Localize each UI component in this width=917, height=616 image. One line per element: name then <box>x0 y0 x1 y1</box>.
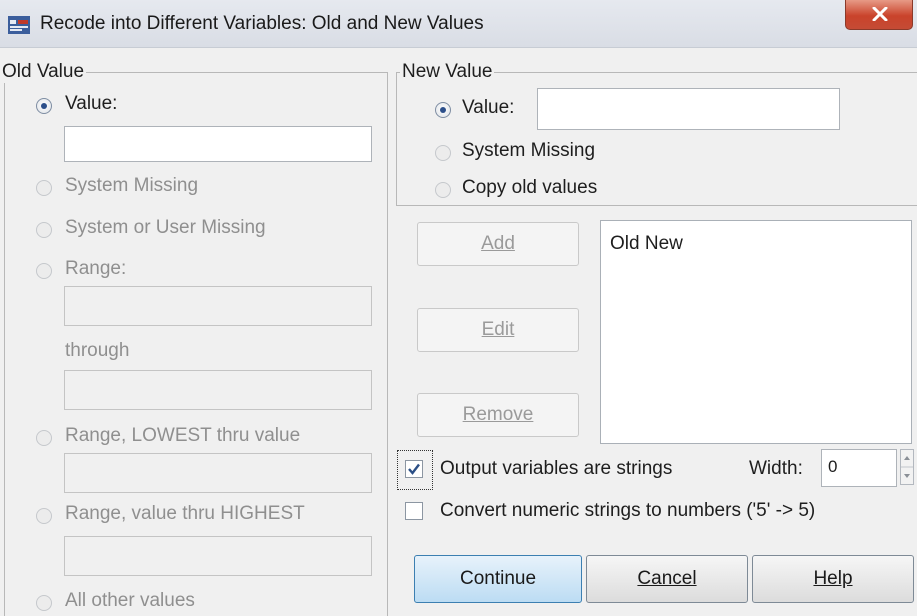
edit-button[interactable]: Edit <box>417 308 579 352</box>
remove-button[interactable]: Remove <box>417 393 579 437</box>
cancel-button[interactable]: Cancel <box>586 555 748 603</box>
output-strings-checkbox[interactable] <box>405 460 423 478</box>
convert-numeric-label: Convert numeric strings to numbers ('5' … <box>440 500 816 521</box>
continue-button-label: Continue <box>459 568 537 589</box>
title-bar: Recode into Different Variables: Old and… <box>0 0 917 48</box>
width-spinner[interactable] <box>900 449 914 485</box>
old-new-listbox[interactable]: Old New <box>600 220 912 444</box>
range-lowest-input[interactable] <box>64 453 372 493</box>
old-system-user-missing-label: System or User Missing <box>65 217 266 238</box>
old-system-user-missing-radio[interactable] <box>36 222 52 238</box>
old-value-legend: Old Value <box>0 61 87 83</box>
new-system-missing-label: System Missing <box>462 140 596 161</box>
old-range-label: Range: <box>65 258 127 279</box>
add-button-label: Add <box>481 233 515 254</box>
help-button[interactable]: Help <box>752 555 914 603</box>
old-value-input[interactable] <box>64 126 372 162</box>
spin-arrows-icon <box>901 456 913 478</box>
old-value-radio[interactable] <box>36 98 52 114</box>
new-system-missing-radio[interactable] <box>435 145 451 161</box>
edit-button-label: Edit <box>481 319 515 340</box>
copy-old-values-label: Copy old values <box>462 177 598 198</box>
app-icon <box>8 16 30 34</box>
remove-button-label: Remove <box>462 404 534 425</box>
range-highest-label: Range, value thru HIGHEST <box>65 503 305 524</box>
all-other-values-radio[interactable] <box>36 595 52 611</box>
convert-numeric-checkbox[interactable] <box>405 502 423 520</box>
range-lowest-label: Range, LOWEST thru value <box>65 425 301 446</box>
old-value-label: Value: <box>65 93 118 114</box>
close-icon <box>872 7 888 21</box>
check-icon <box>408 463 420 475</box>
range-highest-input[interactable] <box>64 536 372 576</box>
old-range-radio[interactable] <box>36 263 52 279</box>
old-system-missing-label: System Missing <box>65 175 199 196</box>
close-button[interactable] <box>845 0 913 30</box>
range-lowest-radio[interactable] <box>36 430 52 446</box>
new-value-label: Value: <box>462 97 515 118</box>
range-to-input[interactable] <box>64 370 372 410</box>
help-button-label: Help <box>813 568 853 589</box>
output-strings-label: Output variables are strings <box>440 458 673 479</box>
cancel-button-label: Cancel <box>637 568 697 589</box>
window-title: Recode into Different Variables: Old and… <box>40 13 484 34</box>
continue-button[interactable]: Continue <box>414 555 582 603</box>
add-button[interactable]: Add <box>417 222 579 266</box>
new-value-radio[interactable] <box>435 102 451 118</box>
old-new-list-header: Old New <box>610 233 683 254</box>
range-from-input[interactable] <box>64 286 372 326</box>
all-other-values-label: All other values <box>65 590 195 611</box>
range-highest-radio[interactable] <box>36 508 52 524</box>
copy-old-values-radio[interactable] <box>435 182 451 198</box>
width-input[interactable]: 0 <box>821 449 897 487</box>
old-system-missing-radio[interactable] <box>36 180 52 196</box>
new-value-input[interactable] <box>537 88 840 130</box>
through-label: through <box>65 340 130 361</box>
new-value-legend: New Value <box>400 61 495 83</box>
width-label: Width: <box>749 458 803 479</box>
